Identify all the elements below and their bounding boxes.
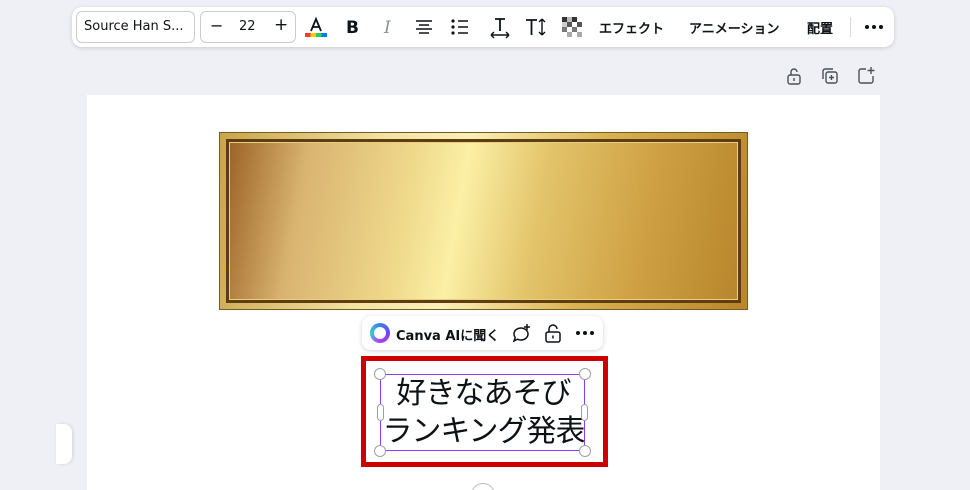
more-options-icon[interactable] [862,15,886,39]
transparency-icon[interactable] [560,15,584,39]
letter-spacing-icon[interactable] [488,15,512,39]
resize-handle-left[interactable] [377,404,384,421]
gold-frame-image[interactable] [219,132,748,310]
more-icon[interactable] [574,322,596,344]
position-button[interactable]: 配置 [807,18,833,37]
resize-handle-bottom-left[interactable] [374,445,386,457]
resize-handle-top-right[interactable] [579,368,591,380]
font-size-input[interactable]: 22 [239,19,256,34]
gold-frame-inner [226,139,741,303]
text-toolbar: Source Han S... − 22 + B I エフェクト アニメーション… [72,7,894,47]
font-family-select[interactable]: Source Han S... [76,11,195,43]
bold-icon[interactable]: B [340,15,364,39]
selected-text-element[interactable]: 好きなあそび ランキング発表 [380,374,586,451]
element-context-menu: Canva AIに聞く [362,316,603,350]
italic-icon[interactable]: I [376,15,400,39]
ask-canva-ai-button[interactable]: Canva AIに聞く [396,325,499,344]
add-page-icon[interactable] [856,66,876,86]
comment-add-icon[interactable] [510,322,532,344]
resize-handle-top-left[interactable] [374,368,386,380]
svg-text:I: I [383,18,391,38]
toolbar-divider [850,17,851,37]
font-size-stepper: − 22 + [200,11,296,43]
text-line-1: 好きなあそび [396,376,572,411]
effects-button[interactable]: エフェクト [599,18,664,37]
lock-icon[interactable] [542,322,564,344]
text-line-2: ランキング発表 [382,414,585,449]
decrease-font-size-button[interactable]: − [210,16,223,35]
increase-font-size-button[interactable]: + [274,15,288,35]
canva-ai-icon[interactable] [370,323,390,343]
duplicate-page-icon[interactable] [820,66,840,86]
align-center-icon[interactable] [412,15,436,39]
side-panel-toggle[interactable] [56,424,72,464]
animate-button[interactable]: アニメーション [689,18,779,37]
line-spacing-icon[interactable] [524,15,548,39]
list-icon[interactable] [448,15,472,39]
resize-handle-bottom-right[interactable] [579,445,591,457]
lock-page-icon[interactable] [784,66,804,86]
text-color-icon[interactable] [304,15,328,39]
resize-handle-right[interactable] [581,404,588,421]
svg-text:B: B [346,18,359,38]
